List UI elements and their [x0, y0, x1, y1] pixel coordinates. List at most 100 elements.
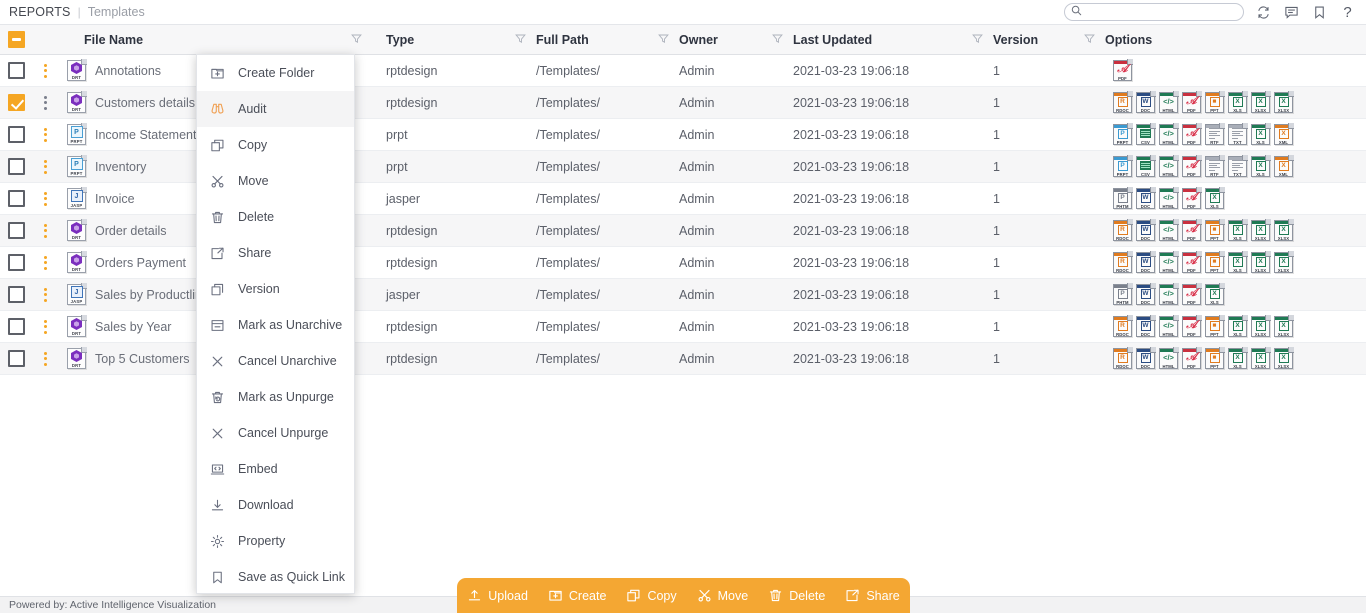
export-icon-xlsx[interactable]: X XLSX — [1251, 219, 1271, 241]
context-menu-item-delete[interactable]: Delete — [197, 199, 354, 235]
row-checkbox[interactable] — [7, 350, 25, 367]
export-icon-doc[interactable]: W DOC — [1136, 347, 1156, 369]
export-icon-html[interactable]: </> HTML — [1159, 219, 1179, 241]
column-header-full-path[interactable]: Full Path — [534, 25, 677, 55]
export-icon-rdoc[interactable]: R RDOC — [1113, 347, 1133, 369]
column-header-version[interactable]: Version — [991, 25, 1103, 55]
export-icon-txt[interactable]: TXT — [1228, 123, 1248, 145]
column-header-last-updated[interactable]: Last Updated — [791, 25, 991, 55]
bookmark-icon[interactable] — [1311, 4, 1328, 21]
row-checkbox[interactable] — [7, 158, 25, 175]
row-kebab-menu-icon[interactable] — [32, 95, 58, 110]
export-icon-xls[interactable]: X XLS — [1228, 219, 1248, 241]
export-icon-doc[interactable]: W DOC — [1136, 219, 1156, 241]
context-menu-item-cancel-unpurge[interactable]: Cancel Unpurge — [197, 415, 354, 451]
export-icon-rdoc[interactable]: R RDOC — [1113, 315, 1133, 337]
row-checkbox[interactable] — [7, 222, 25, 239]
action-share-button[interactable]: Share — [845, 588, 900, 603]
filter-icon-version[interactable] — [1084, 33, 1095, 47]
export-icon-ppt[interactable]: ■ PPT — [1205, 315, 1225, 337]
export-icon-xlsx[interactable]: X XLSX — [1251, 251, 1271, 273]
context-menu-item-mark-as-unarchive[interactable]: Mark as Unarchive — [197, 307, 354, 343]
export-icon-ppt[interactable]: ■ PPT — [1205, 251, 1225, 273]
action-delete-button[interactable]: Delete — [768, 588, 825, 603]
export-icon-pdf[interactable]: 𝒜 PDF — [1113, 59, 1133, 81]
row-checkbox[interactable] — [7, 190, 25, 207]
filter-icon-type[interactable] — [515, 33, 526, 47]
row-kebab-menu-icon[interactable] — [32, 191, 58, 206]
select-all-checkbox[interactable] — [7, 31, 25, 48]
context-menu-item-create-folder[interactable]: Create Folder — [197, 55, 354, 91]
context-menu-item-cancel-unarchive[interactable]: Cancel Unarchive — [197, 343, 354, 379]
export-icon-pdf[interactable]: 𝒜 PDF — [1182, 91, 1202, 113]
export-icon-xls[interactable]: X XLS — [1228, 91, 1248, 113]
export-icon-html[interactable]: </> HTML — [1159, 315, 1179, 337]
filter-icon-last-updated[interactable] — [972, 33, 983, 47]
row-kebab-menu-icon[interactable] — [32, 63, 58, 78]
export-icon-pdf[interactable]: 𝒜 PDF — [1182, 219, 1202, 241]
export-icon-phtm[interactable]: P PHTM — [1113, 283, 1133, 305]
export-icon-xlsx[interactable]: X XLSX — [1251, 315, 1271, 337]
export-icon-doc[interactable]: W DOC — [1136, 251, 1156, 273]
action-upload-button[interactable]: Upload — [467, 588, 528, 603]
export-icon-pdf[interactable]: 𝒜 PDF — [1182, 315, 1202, 337]
refresh-icon[interactable] — [1255, 4, 1272, 21]
export-icon-ppt[interactable]: ■ PPT — [1205, 347, 1225, 369]
row-checkbox[interactable] — [7, 286, 25, 303]
action-move-button[interactable]: Move — [697, 588, 748, 603]
comment-icon[interactable] — [1283, 4, 1300, 21]
context-menu-item-property[interactable]: Property — [197, 523, 354, 559]
export-icon-xls[interactable]: X XLS — [1228, 347, 1248, 369]
export-icon-rdoc[interactable]: R RDOC — [1113, 251, 1133, 273]
context-menu-item-download[interactable]: Download — [197, 487, 354, 523]
context-menu-item-save-as-quick-link[interactable]: Save as Quick Link — [197, 559, 354, 593]
filter-icon-file-name[interactable] — [351, 33, 362, 47]
export-icon-doc[interactable]: W DOC — [1136, 91, 1156, 113]
row-checkbox[interactable] — [7, 254, 25, 271]
export-icon-xlsx[interactable]: X XLSX — [1274, 315, 1294, 337]
row-checkbox[interactable] — [7, 62, 25, 79]
export-icon-html[interactable]: </> HTML — [1159, 155, 1179, 177]
column-header-type[interactable]: Type — [370, 25, 534, 55]
context-menu-item-mark-as-unpurge[interactable]: Mark as Unpurge — [197, 379, 354, 415]
export-icon-ppt[interactable]: ■ PPT — [1205, 219, 1225, 241]
export-icon-rtf[interactable]: RTF — [1205, 155, 1225, 177]
export-icon-html[interactable]: </> HTML — [1159, 91, 1179, 113]
row-kebab-menu-icon[interactable] — [32, 351, 58, 366]
context-menu-item-audit[interactable]: Audit — [197, 91, 354, 127]
export-icon-ppt[interactable]: ■ PPT — [1205, 91, 1225, 113]
row-checkbox[interactable] — [7, 126, 25, 143]
export-icon-xls[interactable]: X XLS — [1205, 283, 1225, 305]
export-icon-xlsx[interactable]: X XLSX — [1274, 347, 1294, 369]
export-icon-xls[interactable]: X XLS — [1205, 187, 1225, 209]
context-menu[interactable]: Create Folder Audit Copy Move Delete Share Ver… — [196, 54, 355, 594]
export-icon-csv[interactable]: CSV — [1136, 155, 1156, 177]
export-icon-txt[interactable]: TXT — [1228, 155, 1248, 177]
export-icon-csv[interactable]: CSV — [1136, 123, 1156, 145]
export-icon-xls[interactable]: X XLS — [1228, 315, 1248, 337]
export-icon-doc[interactable]: W DOC — [1136, 187, 1156, 209]
row-checkbox[interactable] — [7, 318, 25, 335]
breadcrumb-current[interactable]: Templates — [88, 5, 145, 19]
column-header-owner[interactable]: Owner — [677, 25, 791, 55]
export-icon-doc[interactable]: W DOC — [1136, 283, 1156, 305]
export-icon-xlsx[interactable]: X XLSX — [1251, 347, 1271, 369]
export-icon-pdf[interactable]: 𝒜 PDF — [1182, 155, 1202, 177]
context-menu-item-embed[interactable]: Embed — [197, 451, 354, 487]
export-icon-pdf[interactable]: 𝒜 PDF — [1182, 187, 1202, 209]
row-kebab-menu-icon[interactable] — [32, 159, 58, 174]
export-icon-rdoc[interactable]: R RDOC — [1113, 91, 1133, 113]
context-menu-item-share[interactable]: Share — [197, 235, 354, 271]
export-icon-html[interactable]: </> HTML — [1159, 347, 1179, 369]
context-menu-item-move[interactable]: Move — [197, 163, 354, 199]
filter-icon-full-path[interactable] — [658, 33, 669, 47]
export-icon-xml[interactable]: X XML — [1274, 155, 1294, 177]
row-kebab-menu-icon[interactable] — [32, 255, 58, 270]
export-icon-phtm[interactable]: P PHTM — [1113, 187, 1133, 209]
search-box[interactable] — [1064, 3, 1244, 21]
breadcrumb-root[interactable]: REPORTS — [9, 5, 71, 19]
export-icon-html[interactable]: </> HTML — [1159, 187, 1179, 209]
filter-icon-owner[interactable] — [772, 33, 783, 47]
export-icon-xlsx[interactable]: X XLSX — [1274, 219, 1294, 241]
export-icon-rdoc[interactable]: R RDOC — [1113, 219, 1133, 241]
